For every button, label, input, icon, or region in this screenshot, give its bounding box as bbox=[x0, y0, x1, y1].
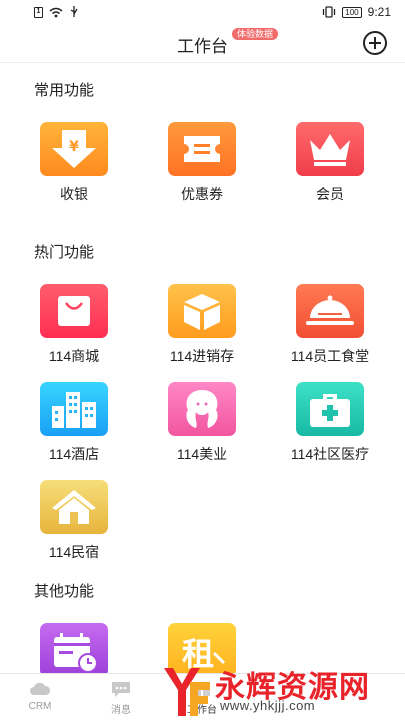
sim-card-icon: 1 bbox=[34, 6, 43, 18]
usb-icon bbox=[70, 6, 78, 17]
status-bar: 1 100 9:21 bbox=[0, 0, 405, 24]
tile-114-hotel[interactable]: 114酒店 bbox=[24, 382, 124, 464]
tab-label: 消息 bbox=[111, 705, 131, 716]
section-title-common: 常用功能 bbox=[34, 82, 95, 99]
tab-label: CRM bbox=[28, 701, 52, 712]
section-title-hot: 热门功能 bbox=[34, 244, 95, 261]
tile-label: 收银 bbox=[60, 186, 88, 202]
status-time: 9:21 bbox=[367, 5, 391, 19]
tile-label: 114员工食堂 bbox=[290, 348, 370, 364]
buildings-icon bbox=[40, 382, 108, 436]
tile-label: 114社区医疗 bbox=[290, 446, 370, 462]
calendar-clock-icon bbox=[40, 623, 108, 677]
house-icon bbox=[40, 480, 108, 534]
watermark: 永辉资源网 www.yhkjjj.com bbox=[160, 660, 405, 720]
medical-kit-icon bbox=[296, 382, 364, 436]
nav-bar: 工作台 体验数据 bbox=[0, 24, 405, 62]
tile-label: 114美业 bbox=[176, 446, 228, 462]
wifi-icon bbox=[49, 7, 63, 17]
coupon-icon bbox=[168, 122, 236, 176]
tile-114-canteen[interactable]: 114员工食堂 bbox=[280, 284, 380, 366]
add-button[interactable] bbox=[363, 31, 387, 55]
status-left: 1 bbox=[34, 6, 79, 18]
cloud-icon bbox=[30, 682, 51, 695]
tile-label: 114酒店 bbox=[48, 446, 100, 462]
box-icon bbox=[168, 284, 236, 338]
tile-label: 优惠券 bbox=[181, 186, 223, 202]
watermark-logo-icon bbox=[164, 668, 210, 716]
battery-icon: 100 bbox=[342, 6, 362, 18]
tile-114-clinic[interactable]: 114社区医疗 bbox=[280, 382, 380, 464]
tile-label: 114进销存 bbox=[169, 348, 235, 364]
tile-label: 会员 bbox=[316, 186, 344, 202]
tile-114-beauty[interactable]: 114美业 bbox=[152, 382, 252, 464]
tile-114-inventory[interactable]: 114进销存 bbox=[152, 284, 252, 366]
beauty-face-icon bbox=[168, 382, 236, 436]
tab-messages[interactable]: 消息 bbox=[91, 680, 151, 716]
tile-other-schedule[interactable] bbox=[24, 623, 124, 677]
tile-label: 114商城 bbox=[48, 348, 100, 364]
demo-data-badge[interactable]: 体验数据 bbox=[232, 28, 279, 40]
crown-icon bbox=[296, 122, 364, 176]
page-title-wrap: 工作台 bbox=[0, 32, 405, 57]
page-title: 工作台 bbox=[177, 37, 228, 56]
watermark-url: www.yhkjjj.com bbox=[220, 698, 316, 713]
tile-cashier[interactable]: ¥ 收银 bbox=[24, 122, 124, 204]
chat-icon bbox=[112, 682, 130, 697]
header-divider bbox=[0, 62, 405, 63]
cashier-icon: ¥ bbox=[40, 122, 108, 176]
tab-crm[interactable]: CRM bbox=[10, 680, 70, 712]
tile-label: 114民宿 bbox=[48, 544, 100, 560]
tile-114-homestay[interactable]: 114民宿 bbox=[24, 480, 124, 562]
tile-114-mall[interactable]: 114商城 bbox=[24, 284, 124, 366]
shopping-bag-icon bbox=[40, 284, 108, 338]
tile-member[interactable]: 会员 bbox=[280, 122, 380, 204]
food-cloche-icon bbox=[296, 284, 364, 338]
tile-coupon[interactable]: 优惠券 bbox=[152, 122, 252, 204]
section-title-other: 其他功能 bbox=[34, 583, 95, 600]
svg-text:¥: ¥ bbox=[69, 139, 79, 155]
vibrate-icon bbox=[323, 6, 336, 18]
status-right: 100 9:21 bbox=[322, 5, 391, 19]
